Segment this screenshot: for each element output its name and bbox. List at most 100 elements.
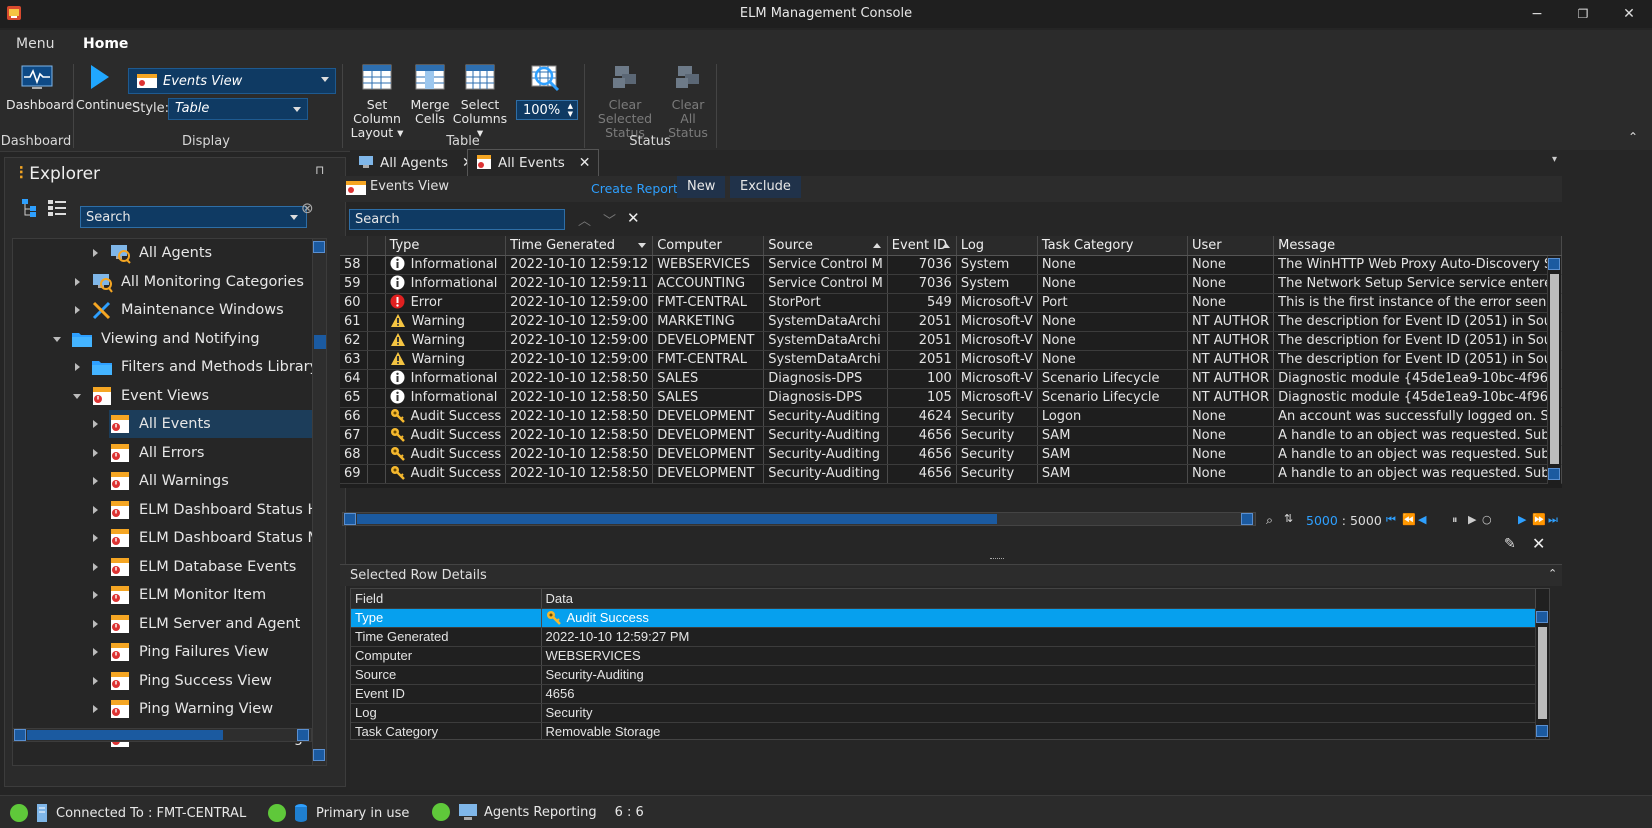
style-combo[interactable]: Table (168, 98, 308, 120)
col-header-task-category[interactable]: Task Category (1037, 236, 1188, 256)
tab-menu[interactable]: Menu (16, 36, 54, 52)
expand-arrow-icon[interactable] (93, 591, 98, 599)
prev-record-icon[interactable]: ◀ (1418, 513, 1426, 526)
search-icon[interactable]: ⌕ (1266, 512, 1273, 528)
table-row[interactable]: 67 Audit Success 2022-10-10 12:58:50 DEVELO… (340, 426, 1562, 446)
restore-button[interactable]: ❐ (1560, 0, 1606, 28)
edit-icon[interactable]: ✎ (1504, 536, 1516, 552)
details-row[interactable]: Computer WEBSERVICES (351, 646, 1536, 666)
col-header-computer[interactable]: Computer (652, 236, 765, 256)
expand-arrow-icon[interactable] (75, 306, 80, 314)
tree-item[interactable]: Viewing and Notifying (53, 325, 313, 353)
dashboard-button[interactable]: Dashboard (6, 62, 74, 112)
create-report-link[interactable]: Create Report (591, 181, 678, 196)
grid-horizontal-scrollbar[interactable] (342, 512, 1256, 526)
tree-item[interactable]: All Agents (93, 239, 313, 267)
tree-item[interactable]: Maintenance Windows (75, 296, 313, 324)
refresh-icon[interactable]: ○ (1482, 513, 1492, 526)
scroll-thumb[interactable] (27, 730, 223, 740)
new-button[interactable]: New (677, 176, 726, 198)
details-vertical-scrollbar[interactable] (1535, 609, 1549, 739)
list-view-icon[interactable] (47, 198, 67, 218)
details-row[interactable]: Log Security (351, 703, 1536, 723)
table-row[interactable]: 60 Error 2022-10-10 12:59:00 FMT-CENTRAL Sto… (340, 293, 1562, 313)
details-row[interactable]: Time Generated 2022-10-10 12:59:27 PM (351, 627, 1536, 647)
set-column-layout-button[interactable]: Set Column Layout ▾ (346, 62, 408, 140)
close-tab-icon[interactable]: ✕ (579, 155, 591, 171)
col-header-source[interactable]: Source (763, 236, 888, 256)
expand-arrow-icon[interactable] (75, 363, 80, 371)
expand-arrow-icon[interactable] (75, 277, 80, 286)
spinner-arrows-icon[interactable]: ▲ ▼ (568, 102, 573, 118)
col-header-row-indicator[interactable] (367, 236, 386, 256)
tree-horizontal-scrollbar[interactable] (12, 728, 312, 742)
expand-arrow-icon[interactable] (93, 249, 98, 257)
scroll-thumb[interactable] (357, 514, 997, 524)
explorer-search-input[interactable]: Search (80, 206, 307, 228)
tree-item[interactable]: Ping Success View (93, 667, 313, 695)
tree-view-icon[interactable] (21, 198, 43, 218)
scroll-thumb[interactable] (314, 335, 326, 349)
search-prev-icon[interactable]: ︿ (578, 210, 591, 229)
expand-arrow-icon[interactable] (93, 420, 98, 428)
first-record-icon[interactable]: ⏮ (1386, 513, 1396, 527)
tree-item[interactable]: Filters and Methods Library (75, 353, 318, 381)
table-row[interactable]: 59 Informational 2022-10-10 12:59:11 ACCOUN… (340, 274, 1562, 294)
col-header-row-number[interactable] (340, 236, 368, 256)
scroll-down-icon[interactable] (1548, 468, 1560, 480)
details-row[interactable]: Task Category Removable Storage (351, 722, 1536, 739)
pause-icon[interactable]: ⏸ (1452, 513, 1458, 527)
tree-item[interactable]: Event Views (73, 382, 313, 410)
scroll-left-icon[interactable] (344, 513, 356, 525)
exclude-button[interactable]: Exclude (730, 176, 801, 198)
tree-item[interactable]: ELM Monitor Item (93, 581, 313, 609)
tree-item[interactable]: ELM Dashboard Status Hig (93, 496, 326, 524)
expanded-arrow-icon[interactable] (53, 336, 61, 342)
table-row[interactable]: 62 Warning 2022-10-10 12:59:00 DEVELOPMENT S… (340, 331, 1562, 351)
grid-vertical-scrollbar[interactable] (1547, 256, 1561, 484)
tree-item[interactable]: ELM Dashboard Status Me (93, 524, 326, 552)
collapse-ribbon-icon[interactable]: ⌃ (1628, 130, 1638, 144)
expand-arrow-icon[interactable] (93, 705, 98, 713)
select-columns-button[interactable]: Select Columns ▾ (452, 62, 508, 140)
search-next-icon[interactable]: ﹀ (603, 210, 616, 229)
clear-search-icon[interactable]: ⊗ (301, 199, 314, 217)
close-search-icon[interactable]: ✕ (627, 209, 640, 227)
scroll-up-icon[interactable] (1548, 258, 1560, 270)
clear-selected-status-button[interactable]: Clear Selected Status (588, 62, 662, 140)
tree-item[interactable]: ELM Database Events (93, 553, 313, 581)
expand-arrow-icon[interactable] (93, 505, 98, 514)
table-row[interactable]: 65 Informational 2022-10-10 12:58:50 SALES D… (340, 388, 1562, 408)
table-row[interactable]: 66 Audit Success 2022-10-10 12:58:50 DEVELO… (340, 407, 1562, 427)
splitter-grip[interactable] (990, 558, 1004, 560)
tree-item[interactable]: All Events (93, 410, 313, 438)
tree-item[interactable]: Ping Warning View (93, 695, 313, 723)
play-icon[interactable]: ▶ (1468, 513, 1476, 526)
tree-vertical-scrollbar[interactable] (312, 239, 326, 765)
last-record-icon[interactable]: ⏭ (1548, 513, 1558, 527)
view-combo[interactable]: Events View (128, 68, 336, 94)
expand-arrow-icon[interactable] (93, 477, 98, 485)
scroll-right-icon[interactable] (1241, 513, 1253, 525)
prev-page-icon[interactable]: ⏪ (1402, 513, 1416, 526)
scroll-thumb[interactable] (1550, 274, 1559, 464)
scroll-thumb[interactable] (1538, 627, 1547, 719)
scroll-right-icon[interactable] (297, 729, 309, 741)
next-page-icon[interactable]: ⏩ (1532, 513, 1546, 526)
zoom-spinner[interactable]: 100% ▲ ▼ (516, 100, 578, 120)
scroll-up-icon[interactable] (313, 241, 325, 253)
tree-item[interactable]: All Errors (93, 439, 313, 467)
grid-search-input[interactable]: Search (349, 209, 565, 230)
table-row[interactable]: 61 Warning 2022-10-10 12:59:00 MARKETING Sys… (340, 312, 1562, 332)
scroll-left-icon[interactable] (14, 729, 26, 741)
tree-item[interactable]: All Warnings (93, 467, 313, 495)
expand-arrow-icon[interactable] (93, 534, 98, 542)
table-row[interactable]: 64 Informational 2022-10-10 12:58:50 SALES D… (340, 369, 1562, 389)
tab-home[interactable]: Home (83, 36, 129, 58)
scroll-up-icon[interactable] (1536, 611, 1548, 623)
expand-arrow-icon[interactable] (93, 619, 98, 628)
tab-overflow-icon[interactable]: ▾ (1552, 154, 1557, 165)
tree-item[interactable]: Ping Failures View (93, 638, 313, 666)
expanded-arrow-icon[interactable] (73, 393, 81, 399)
table-row[interactable]: 58 Informational 2022-10-10 12:59:12 WEBSER… (340, 255, 1562, 275)
